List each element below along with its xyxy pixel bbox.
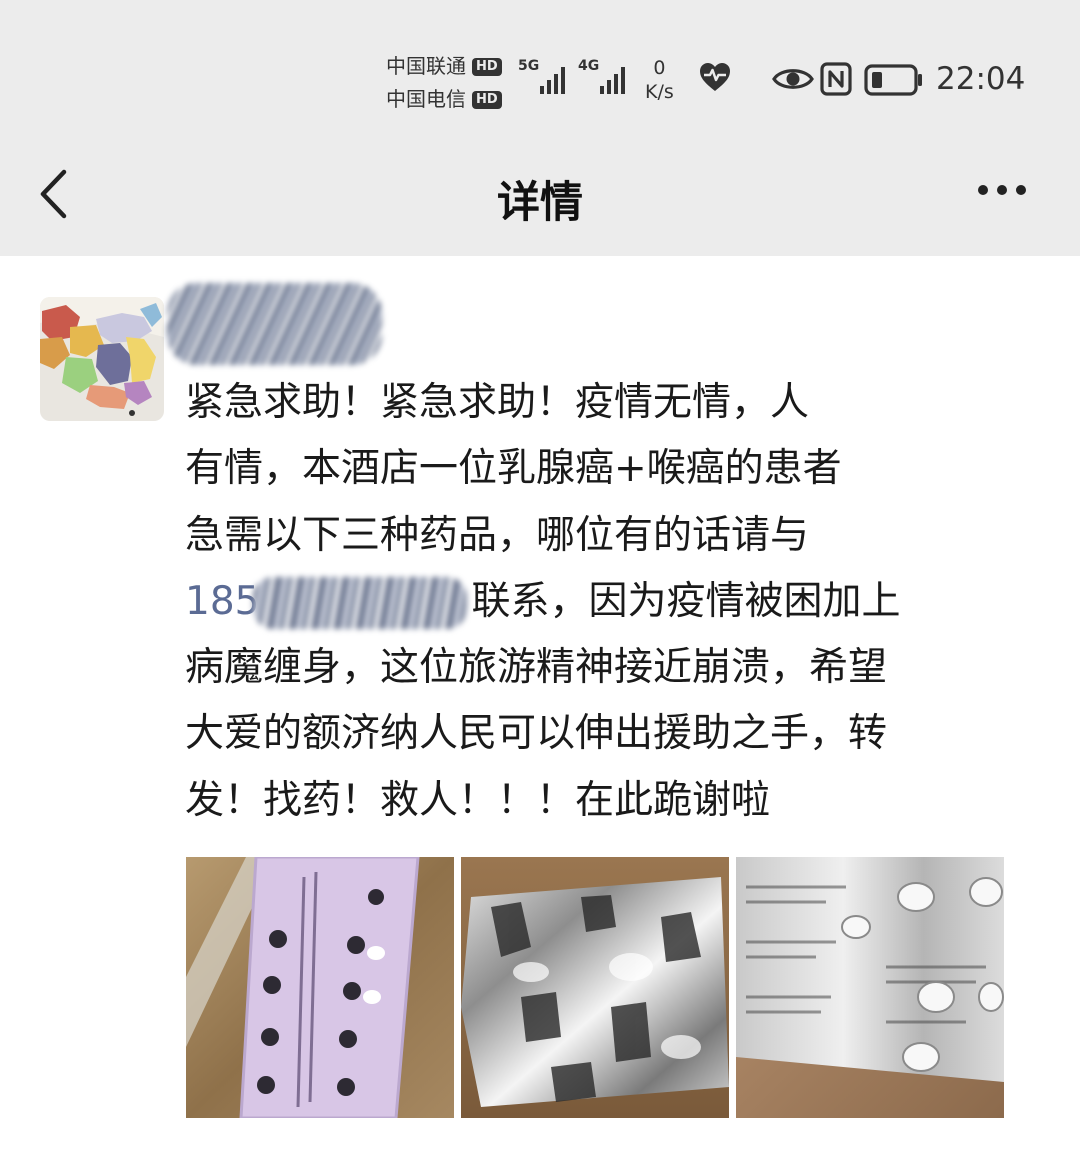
speed-unit: K/s xyxy=(645,81,674,103)
status-bar: 中国联通 HD 中国电信 HD 5G 4G 0 K/s 22:04 xyxy=(0,0,1080,130)
redacted-phone-digits xyxy=(253,577,468,630)
page-title: 详情 xyxy=(497,178,583,228)
nfc-icon xyxy=(820,62,852,96)
post-line: 有情，本酒店一位乳腺癌+喉癌的患者 xyxy=(185,446,842,492)
post-body: 紧急求助！紧急求助！疫情无情，人 有情，本酒店一位乳腺癌+喉癌的患者 急需以下三… xyxy=(185,370,1025,834)
hd-badge: HD xyxy=(472,90,502,109)
medicine-photo-purple-pack xyxy=(186,857,454,1118)
signal-5g-icon: 5G xyxy=(518,58,570,94)
carrier-2-label: 中国电信 xyxy=(386,87,466,111)
more-dot-icon xyxy=(997,185,1007,195)
carrier-1-label: 中国联通 xyxy=(386,54,466,78)
map-avatar-image xyxy=(40,297,164,421)
more-dot-icon xyxy=(1016,185,1026,195)
post-line: 病魔缠身，这位旅游精神接近崩溃，希望 xyxy=(185,645,888,691)
network-speed: 0 K/s xyxy=(645,56,674,104)
carrier-info: 中国联通 HD 中国电信 HD xyxy=(386,50,502,116)
header-zone: 中国联通 HD 中国电信 HD 5G 4G 0 K/s 22:04 详情 xyxy=(0,0,1080,256)
health-heart-icon xyxy=(700,63,730,91)
hd-badge: HD xyxy=(472,57,502,76)
post-photo-1[interactable] xyxy=(186,857,454,1118)
status-clock: 22:04 xyxy=(936,61,1026,97)
redacted-username xyxy=(167,283,382,365)
title-bar: 详情 xyxy=(0,130,1080,256)
medicine-photo-foil-tablets xyxy=(736,857,1004,1118)
speed-value: 0 xyxy=(653,57,666,79)
battery-icon xyxy=(864,64,922,96)
post-line-with-phone: 185 联系，因为疫情被困加上 xyxy=(185,569,1025,635)
post-line: 大爱的额济纳人民可以伸出援助之手，转 xyxy=(185,711,888,757)
more-dot-icon xyxy=(978,185,988,195)
post-photo-3[interactable] xyxy=(736,857,1004,1118)
medicine-photo-foil-blister xyxy=(461,857,729,1118)
phone-number-link[interactable]: 185 xyxy=(185,579,259,624)
post-photo-2[interactable] xyxy=(461,857,729,1118)
post-line: 急需以下三种药品，哪位有的话请与 xyxy=(185,512,810,558)
avatar[interactable] xyxy=(40,297,164,421)
more-options-button[interactable] xyxy=(978,180,1030,200)
post-line-fragment: 联系，因为疫情被困加上 xyxy=(471,578,901,624)
post-line: 紧急求助！紧急求助！疫情无情，人 xyxy=(185,380,810,425)
post-line: 发！找药！救人！！！在此跪谢啦 xyxy=(185,777,771,823)
eye-comfort-icon xyxy=(772,69,814,89)
network-5g-label: 5G xyxy=(518,58,540,74)
signal-4g-icon: 4G xyxy=(578,58,632,94)
network-4g-label: 4G xyxy=(578,58,600,74)
